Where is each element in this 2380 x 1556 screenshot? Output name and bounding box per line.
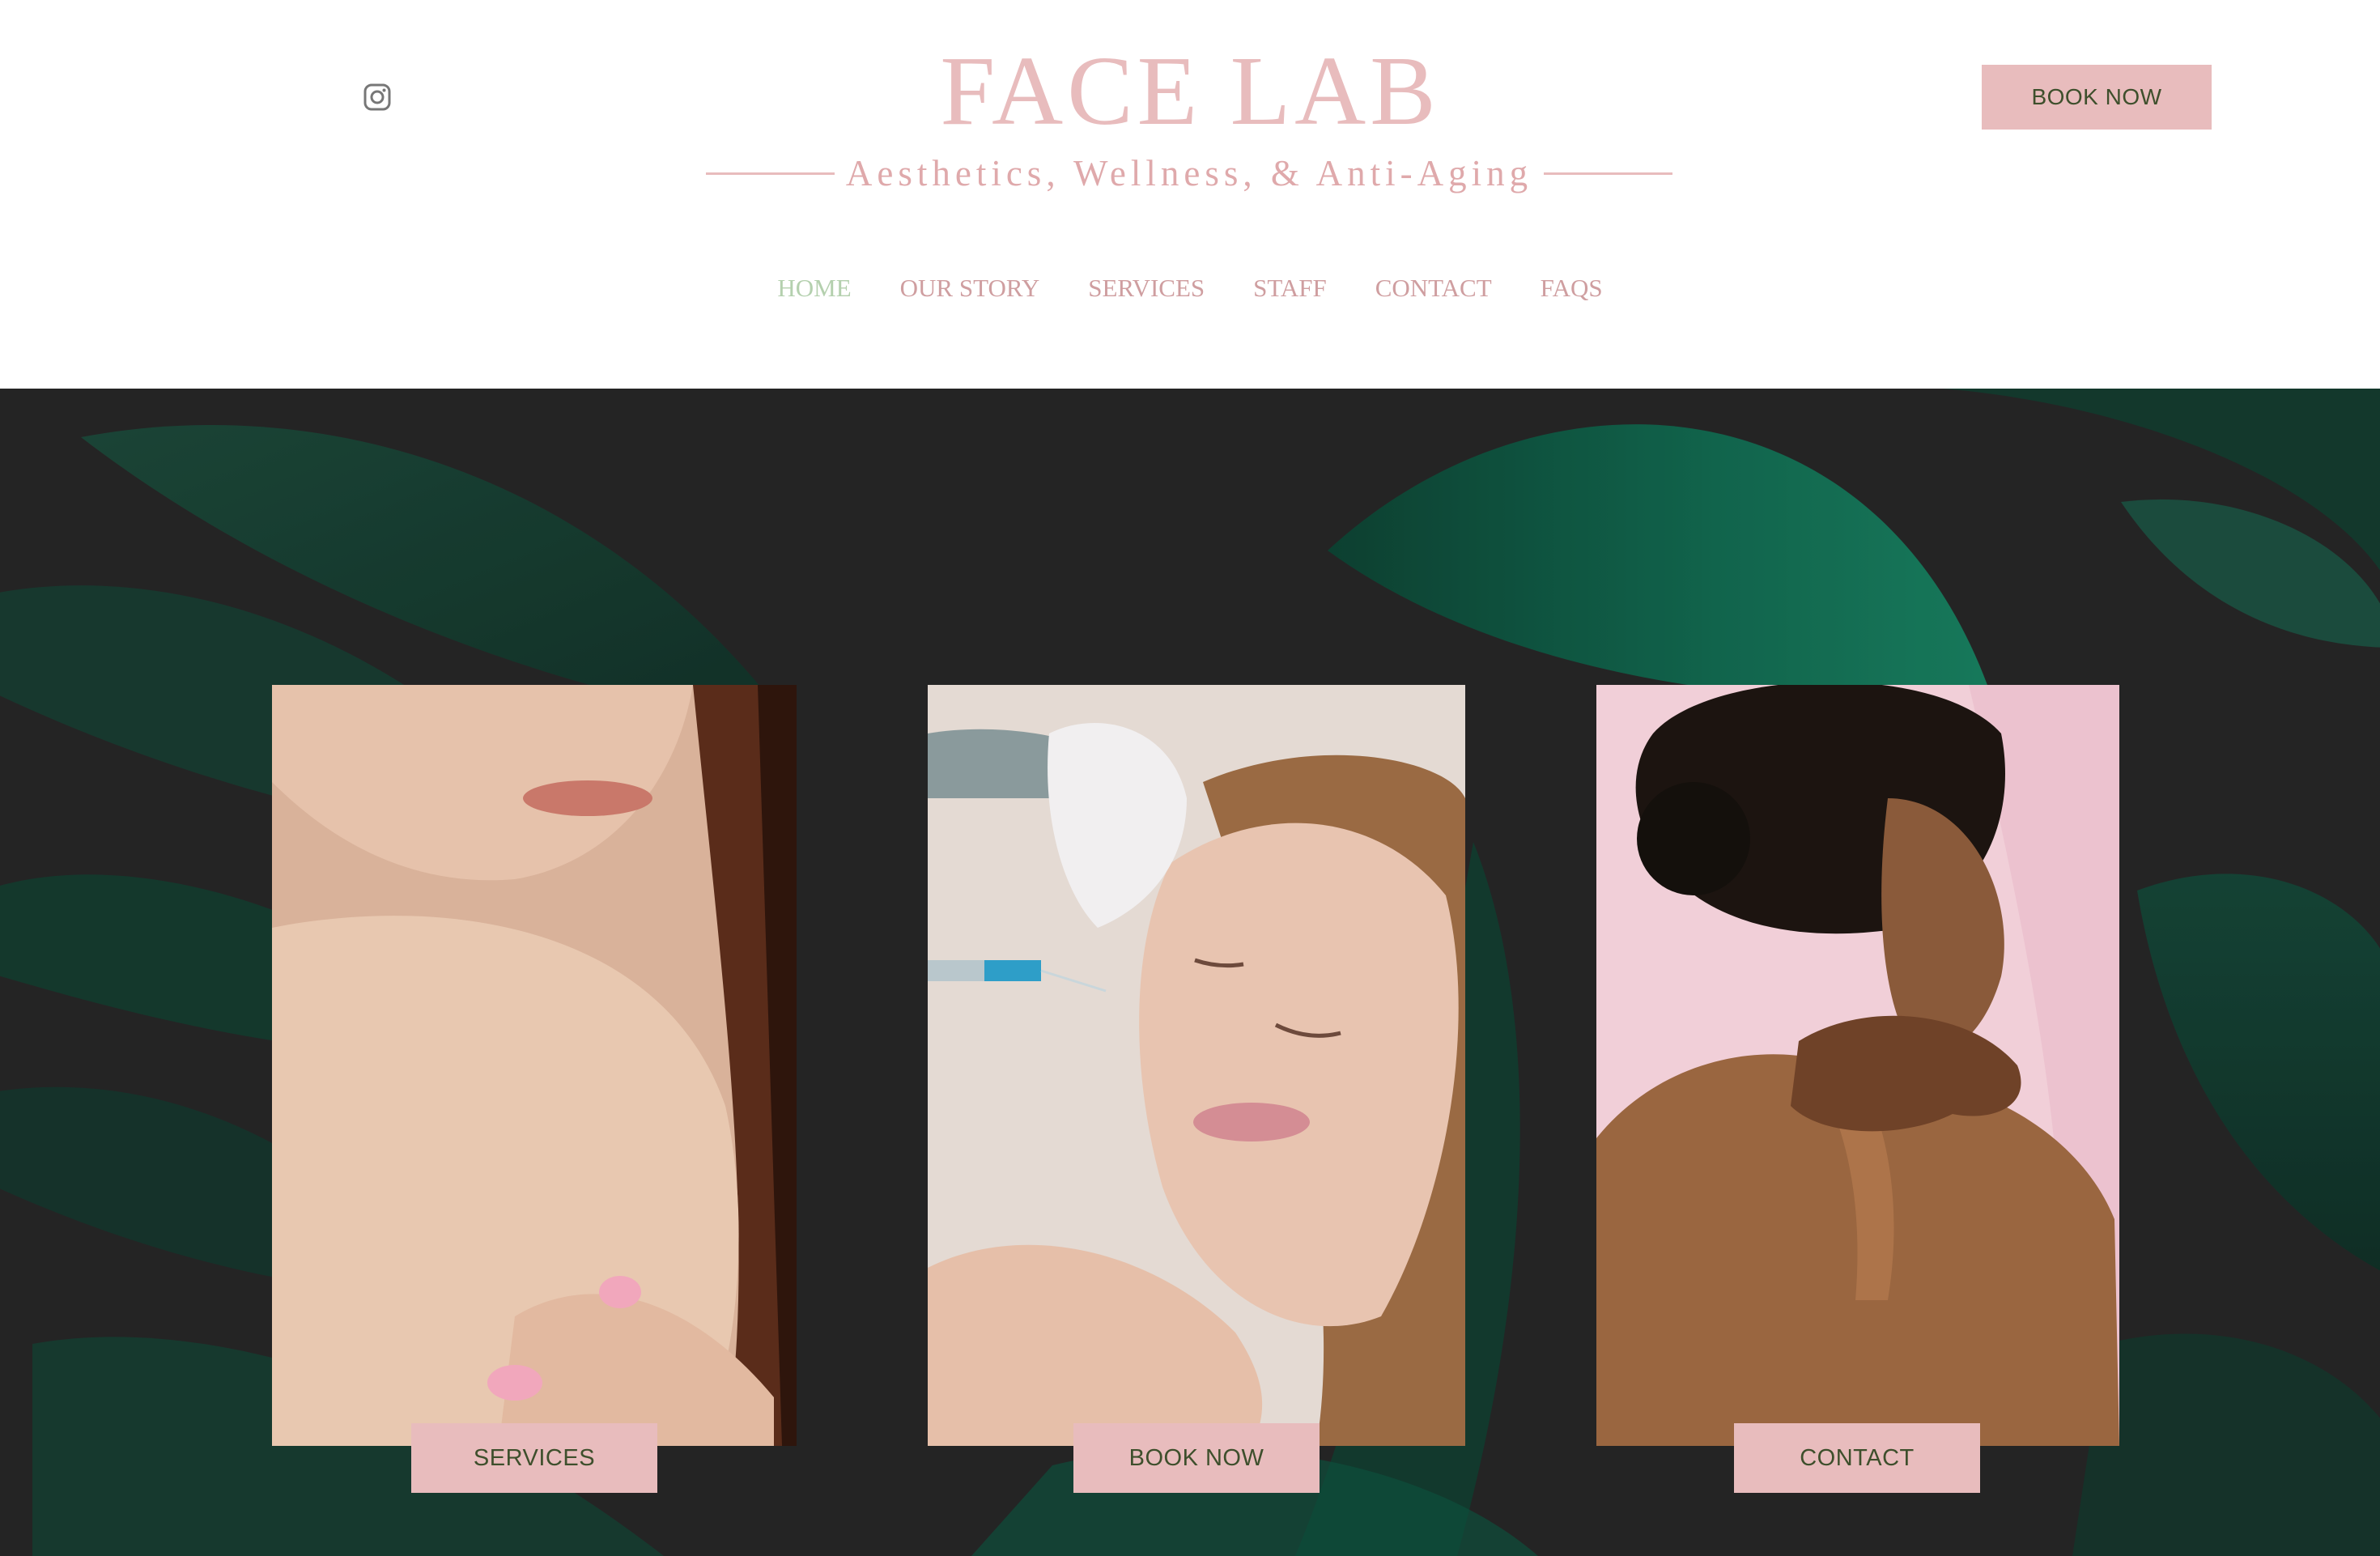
tagline-divider-right [1544, 172, 1672, 175]
injection-treatment-photo [928, 685, 1465, 1446]
woman-back-photo [1596, 685, 2119, 1446]
contact-button[interactable]: CONTACT [1734, 1423, 1980, 1493]
site-header: FACE LAB Aesthetics, Wellness, & Anti-Ag… [0, 0, 2380, 389]
services-button[interactable]: SERVICES [411, 1423, 657, 1493]
nav-item-staff[interactable]: STAFF [1253, 274, 1327, 303]
nav-item-services[interactable]: SERVICES [1088, 274, 1205, 303]
hero-section: SERVICES BOOK NOW CONTACT [0, 389, 2380, 1556]
tagline-row: Aesthetics, Wellness, & Anti-Aging [706, 147, 1672, 199]
book-now-button[interactable]: BOOK NOW [1982, 65, 2212, 130]
nav-item-home[interactable]: HOME [777, 274, 851, 303]
nav-item-faqs[interactable]: FAQS [1541, 274, 1603, 303]
nav-item-our-story[interactable]: OUR STORY [900, 274, 1040, 303]
woman-shoulder-photo [272, 685, 797, 1446]
tagline-divider-left [706, 172, 835, 175]
nav-item-contact[interactable]: CONTACT [1375, 274, 1492, 303]
tagline: Aesthetics, Wellness, & Anti-Aging [845, 153, 1533, 193]
book-now-card-button[interactable]: BOOK NOW [1073, 1423, 1320, 1493]
main-nav: HOME OUR STORY SERVICES STAFF CONTACT FA… [0, 274, 2380, 303]
